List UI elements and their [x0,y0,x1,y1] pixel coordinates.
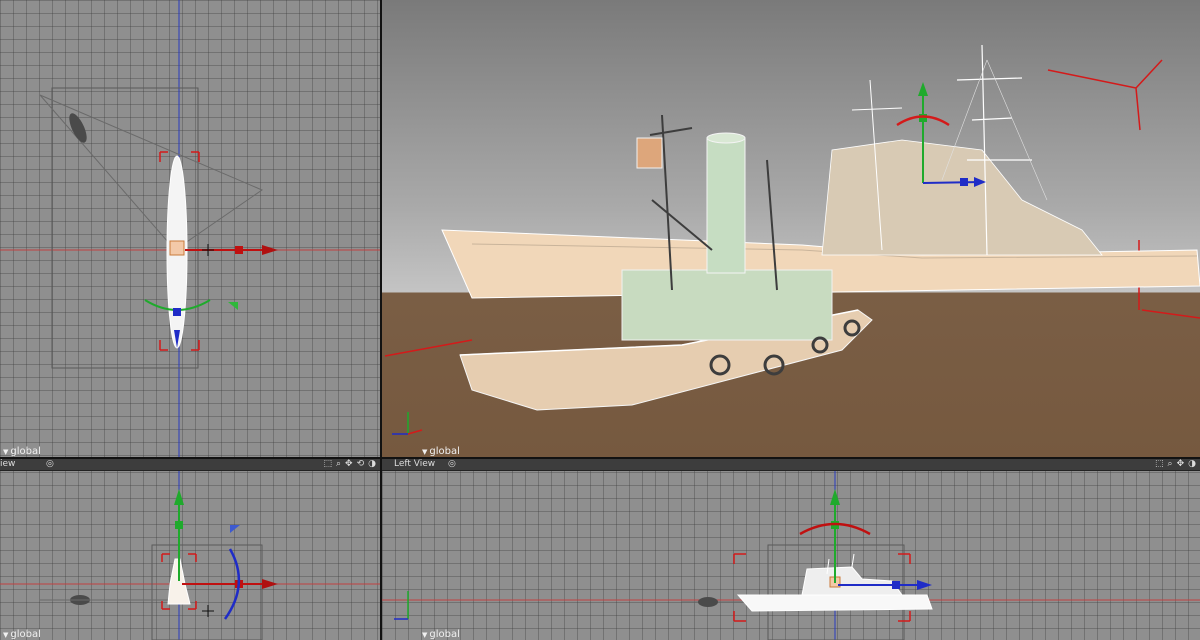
coord-label[interactable]: ▼ global [422,629,460,640]
viewport-divider-vertical[interactable] [380,0,382,640]
tugboat-cabin [621,269,833,341]
coord-label[interactable]: ▼ global [422,446,460,457]
perspective-scene [384,44,1200,435]
left-viewport[interactable]: Left View ◎ ⬚ ⌕ ✥ ◑ ▼ global [382,459,1200,640]
ship-side-profile [736,594,933,612]
coord-label[interactable]: ▼ global [3,446,41,457]
tugboat-funnel [706,137,746,274]
left-view-scene [382,471,1200,640]
perspective-viewport[interactable]: ▼ global [382,0,1200,457]
front-viewport[interactable]: iew ◎ ⬚ ⌕ ✥ ⟲ ◑ ▼ global [0,459,380,640]
front-view-scene [0,471,380,640]
battleship-superstructure [821,139,1103,256]
camera-marker [69,113,87,143]
coord-label[interactable]: ▼ global [3,629,41,640]
viewport-divider-horizontal[interactable] [0,457,1200,459]
top-view-scene [0,0,380,457]
top-viewport[interactable]: ▼ global [0,0,380,457]
